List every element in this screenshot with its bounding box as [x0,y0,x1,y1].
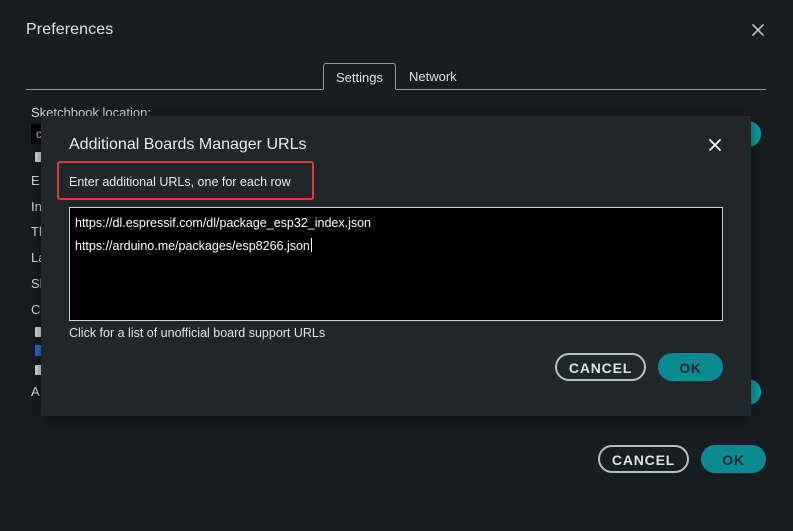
tabs-divider [26,89,766,90]
url-line: https://arduino.me/packages/esp8266.json [75,235,717,258]
dialog-cancel-button[interactable]: CANCEL [555,353,646,381]
close-icon[interactable] [708,138,722,152]
url-line: https://dl.espressif.com/dl/package_esp3… [75,212,717,235]
url-text: https://arduino.me/packages/esp8266.json [75,239,310,253]
preferences-title: Preferences [26,21,114,38]
tab-settings[interactable]: Settings [323,63,396,90]
url-text: https://dl.espressif.com/dl/package_esp3… [75,216,372,230]
dialog-ok-button[interactable]: OK [658,353,723,381]
dialog-title: Additional Boards Manager URLs [69,136,307,153]
preferences-cancel-button[interactable]: CANCEL [598,445,689,473]
additional-urls-dialog: Additional Boards Manager URLs Enter add… [41,116,751,416]
close-icon[interactable] [750,22,766,38]
text-caret [310,238,312,252]
urls-textarea[interactable]: https://dl.espressif.com/dl/package_esp3… [69,207,723,321]
settings-label-fragment: A [31,384,40,399]
unofficial-urls-link[interactable]: Click for a list of unofficial board sup… [69,326,325,340]
settings-label-fragment: C [31,302,41,317]
tab-network[interactable]: Network [397,63,469,90]
preferences-ok-button[interactable]: OK [701,445,766,473]
dialog-hint: Enter additional URLs, one for each row [69,175,291,189]
settings-label-fragment: E [31,173,40,188]
